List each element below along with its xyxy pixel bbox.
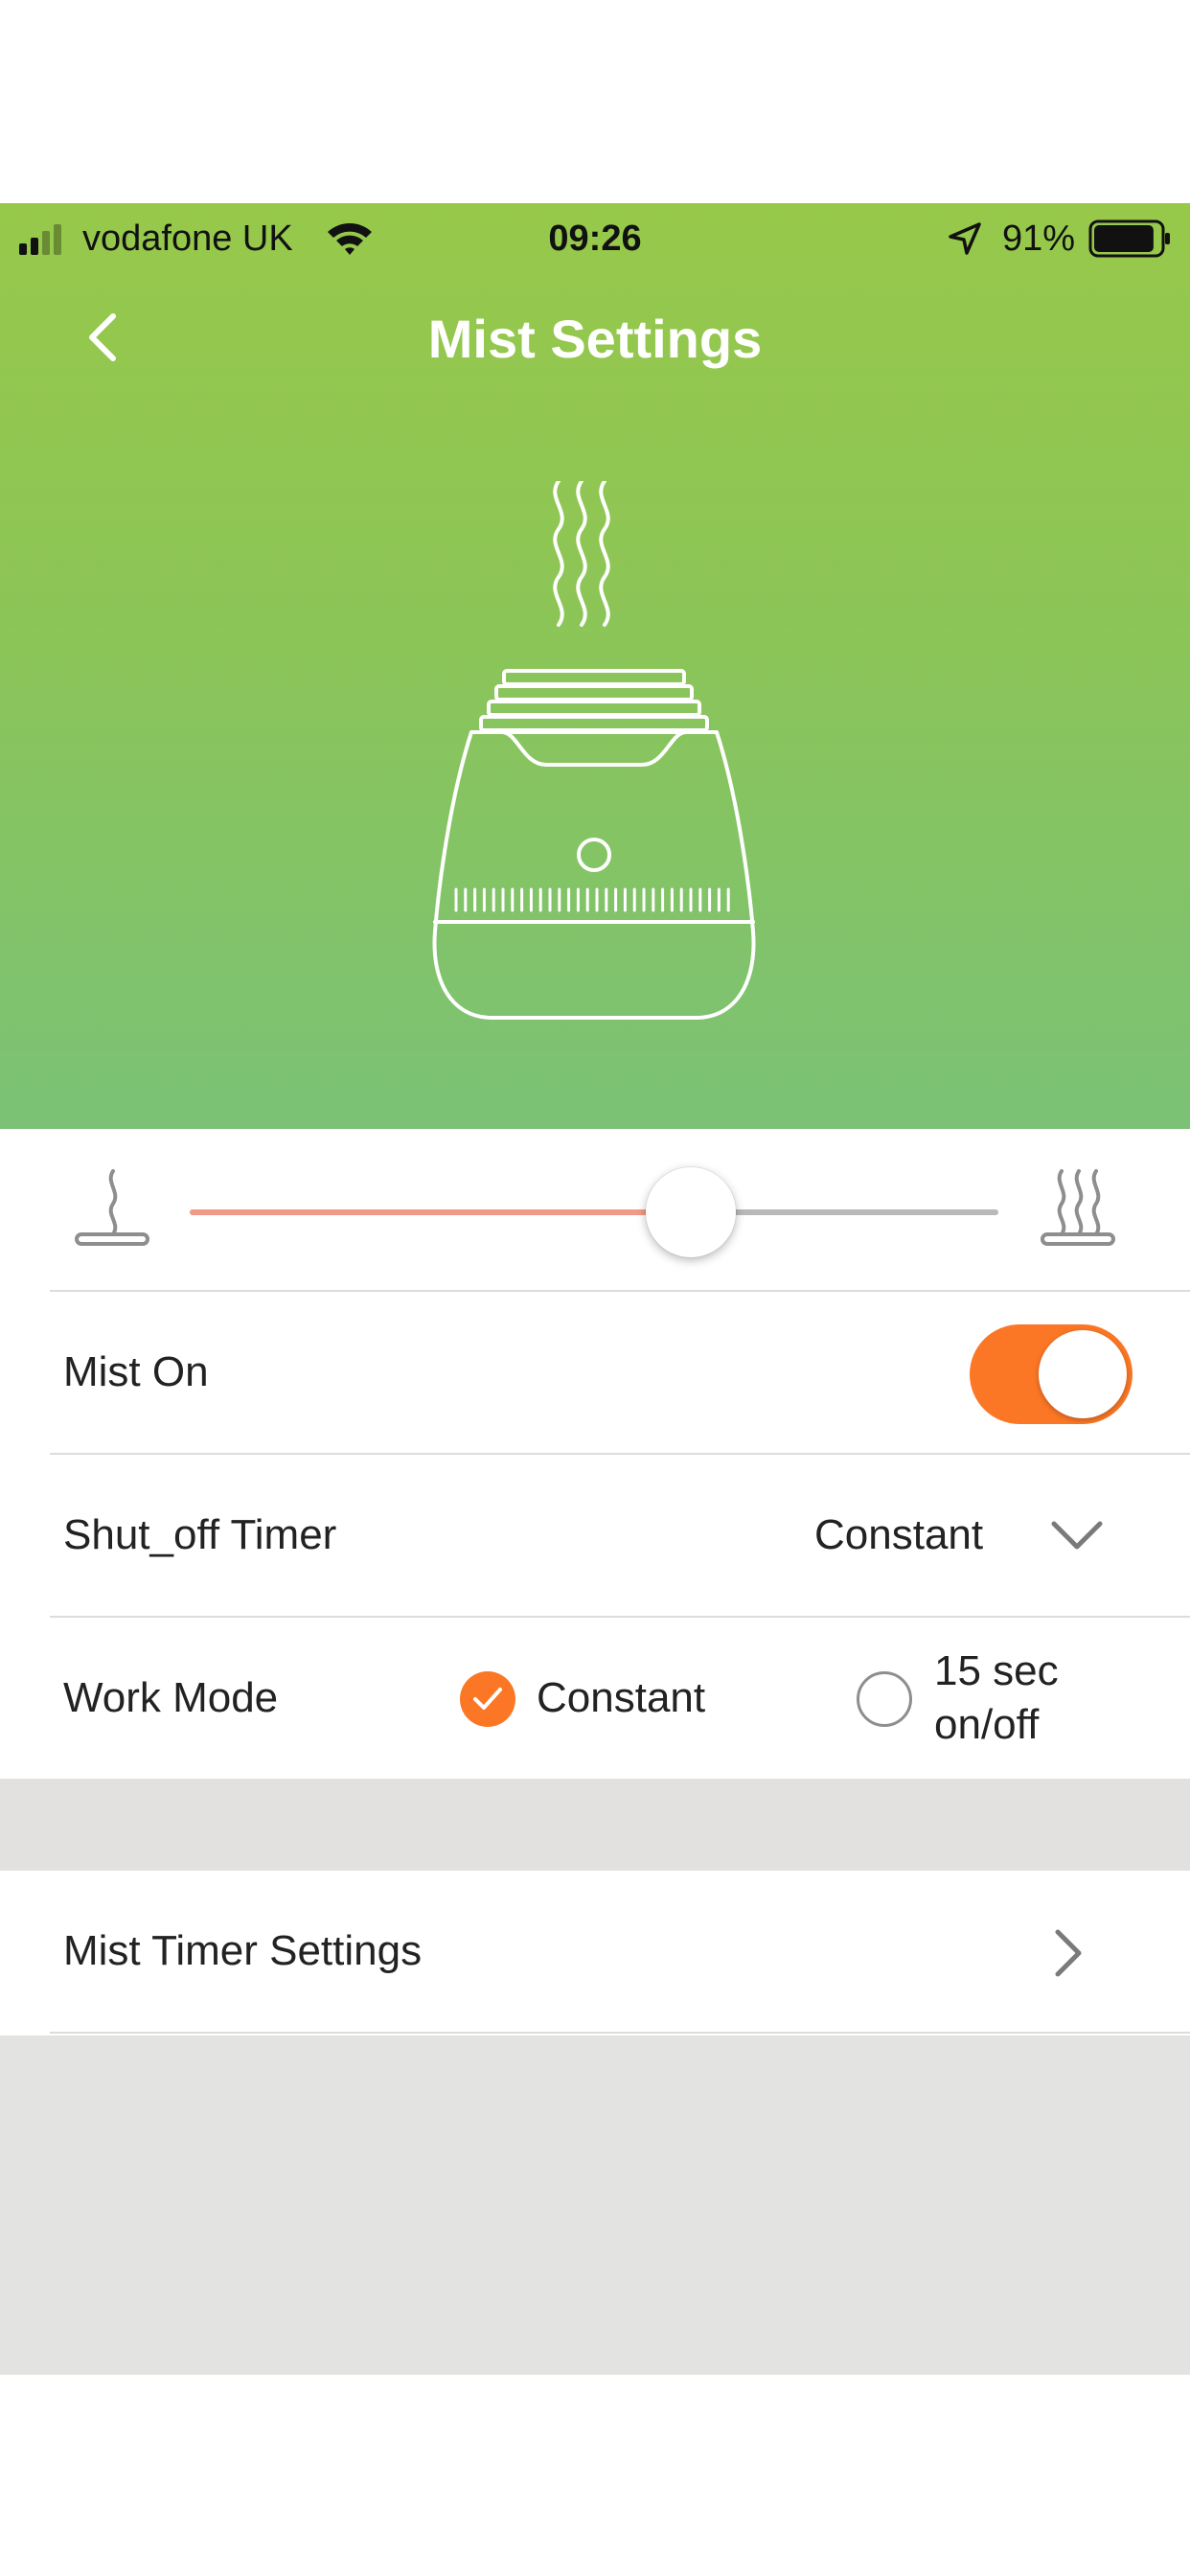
divider xyxy=(50,2032,1190,2034)
battery-percent: 91% xyxy=(1002,218,1076,259)
mist-timer-settings-row[interactable]: Mist Timer Settings xyxy=(0,1871,1190,2032)
mist-timer-settings-label: Mist Timer Settings xyxy=(63,1927,423,1974)
work-mode-constant-radio[interactable] xyxy=(460,1671,515,1727)
navigation-bar: Mist Settings xyxy=(0,280,1190,395)
work-mode-row: Work Mode Constant 15 sec on/off xyxy=(0,1618,1190,1779)
battery-icon xyxy=(1088,219,1170,258)
section-separator xyxy=(0,1779,1190,1871)
header-hero: vodafone UK 09:26 91% Mist Settings xyxy=(0,203,1190,1129)
work-mode-15sec-label[interactable]: 15 sec on/off xyxy=(934,1644,1059,1752)
humidifier-icon xyxy=(432,481,756,1020)
bottom-blank-area xyxy=(0,2375,1190,2576)
work-mode-15sec-line2: on/off xyxy=(934,1701,1040,1748)
work-mode-15sec-line1: 15 sec xyxy=(934,1647,1059,1694)
mist-high-icon xyxy=(1041,1169,1115,1246)
shutoff-timer-row: Shut_off Timer Constant xyxy=(0,1455,1190,1616)
shutoff-timer-label: Shut_off Timer xyxy=(63,1511,337,1558)
toggle-knob xyxy=(1039,1330,1127,1418)
shutoff-timer-dropdown[interactable]: Constant xyxy=(786,1455,1111,1616)
empty-content-area xyxy=(0,2036,1190,2375)
chevron-down-icon xyxy=(1051,1521,1103,1550)
page-title: Mist Settings xyxy=(427,309,763,369)
work-mode-15sec-radio[interactable] xyxy=(857,1671,912,1727)
status-bar: vodafone UK 09:26 91% xyxy=(0,203,1190,270)
work-mode-label: Work Mode xyxy=(63,1674,279,1721)
mist-low-icon xyxy=(75,1169,149,1246)
checkmark-icon xyxy=(473,1688,502,1710)
mist-on-row: Mist On xyxy=(0,1292,1190,1453)
mist-level-thumb[interactable] xyxy=(646,1167,737,1257)
work-mode-constant-label[interactable]: Constant xyxy=(537,1618,705,1779)
top-blank-area xyxy=(0,0,1190,203)
chevron-right-icon xyxy=(1055,1929,1082,1977)
mist-level-slider[interactable] xyxy=(190,1167,998,1257)
mist-on-label: Mist On xyxy=(63,1348,209,1395)
mist-level-row xyxy=(0,1129,1190,1292)
mist-on-toggle[interactable] xyxy=(970,1324,1133,1424)
shutoff-timer-value: Constant xyxy=(814,1511,984,1558)
mist-level-fill xyxy=(190,1209,692,1215)
location-arrow-icon xyxy=(949,222,981,255)
